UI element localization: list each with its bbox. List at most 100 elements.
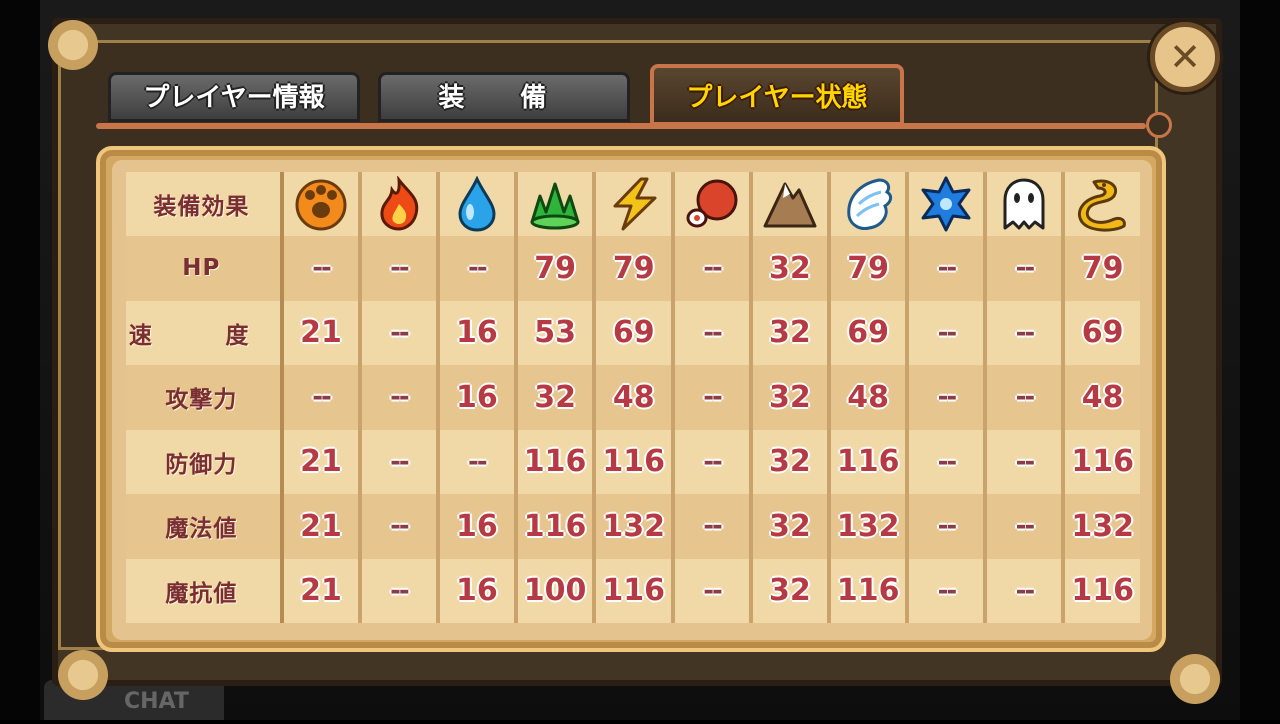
tab-player-info[interactable]: プレイヤー情報: [108, 72, 360, 122]
element-wing-cell: [830, 172, 910, 236]
table-cell: 100: [517, 558, 597, 623]
equipment-effect-label: 装備効果: [126, 172, 277, 236]
element-fire-cell: [361, 172, 440, 236]
close-icon: ✕: [1169, 35, 1201, 79]
table-cell: 132: [830, 494, 910, 559]
element-water-cell: [439, 172, 518, 236]
grass-icon: [526, 176, 584, 232]
element-grass-cell: [517, 172, 597, 236]
water-drop-icon: [448, 176, 506, 232]
table-cell: 116: [517, 494, 597, 559]
row-label-magic-resist: 魔抗値: [126, 558, 277, 623]
row-label-defense: 防御力: [126, 429, 277, 494]
table-row: 魔法値 21 -- 16 116 132 -- 32 132 -- -- 132: [126, 494, 1140, 559]
table-cell: --: [675, 236, 753, 301]
table-cell: 32: [752, 236, 831, 301]
table-cell: --: [361, 365, 440, 430]
paw-icon: [292, 176, 350, 232]
table-cell: 16: [439, 300, 518, 365]
table-cell: 116: [1065, 429, 1140, 494]
corner-ornament-icon: [38, 10, 108, 80]
element-dragon-cell: [1065, 172, 1140, 236]
table-cell: 116: [517, 429, 597, 494]
table-cell: --: [361, 429, 440, 494]
table-cell: 132: [596, 494, 676, 559]
table-row: 魔抗値 21 -- 16 100 116 -- 32 116 -- -- 116: [126, 558, 1140, 623]
table-cell: --: [909, 236, 988, 301]
table-row: 防御力 21 -- -- 116 116 -- 32 116 -- -- 116: [126, 429, 1140, 494]
table-cell: 32: [752, 558, 831, 623]
table-cell: --: [675, 558, 753, 623]
table-row: 速 度 21 -- 16 53 69 -- 32 69 -- -- 69: [126, 300, 1140, 365]
table-header-row: 装備効果: [126, 172, 1140, 236]
table-cell: 21: [284, 300, 362, 365]
table-cell: --: [675, 300, 753, 365]
table-cell: 21: [284, 429, 362, 494]
row-label-magic: 魔法値: [126, 494, 277, 559]
table-cell: --: [284, 236, 362, 301]
table-cell: 116: [1065, 558, 1140, 623]
table-cell: 116: [830, 429, 910, 494]
table-cell: 53: [517, 300, 597, 365]
star-icon: [917, 176, 975, 232]
table-cell: 16: [439, 365, 518, 430]
table-cell: 69: [596, 300, 676, 365]
table-cell: 32: [752, 494, 831, 559]
table-cell: 48: [1065, 365, 1140, 430]
table-cell: --: [909, 365, 988, 430]
table-cell: 69: [1065, 300, 1140, 365]
corner-ornament-icon: [1160, 644, 1230, 714]
table-cell: 79: [1065, 236, 1140, 301]
table-row: HP -- -- -- 79 79 -- 32 79 -- -- 79: [126, 236, 1140, 301]
tab-underline-end-icon: [1146, 112, 1172, 138]
table-cell: --: [987, 365, 1066, 430]
table-cell: --: [361, 558, 440, 623]
mountain-icon: [761, 176, 819, 232]
table-row: 攻撃力 -- -- 16 32 48 -- 32 48 -- -- 48: [126, 365, 1140, 430]
table-cell: --: [909, 558, 988, 623]
table-cell: --: [987, 236, 1066, 301]
row-label-speed: 速 度: [126, 300, 277, 365]
table-cell: --: [361, 300, 440, 365]
table-cell: --: [361, 494, 440, 559]
table-cell: --: [909, 494, 988, 559]
element-meat-cell: [675, 172, 753, 236]
table-cell: --: [909, 429, 988, 494]
table-cell: 16: [439, 558, 518, 623]
table-cell: --: [675, 365, 753, 430]
fire-icon: [370, 176, 428, 232]
table-cell: 79: [596, 236, 676, 301]
ghost-icon: [995, 176, 1053, 232]
table-cell: 32: [517, 365, 597, 430]
lightning-icon: [605, 176, 663, 232]
table-cell: --: [987, 300, 1066, 365]
wing-icon: [839, 176, 897, 232]
tab-equipment[interactable]: 装 備: [378, 72, 630, 122]
table-cell: 132: [1065, 494, 1140, 559]
table-cell: --: [987, 429, 1066, 494]
right-bar: [1240, 0, 1280, 720]
left-bar: [0, 0, 40, 720]
element-paw-cell: [284, 172, 362, 236]
element-lightning-cell: [596, 172, 676, 236]
tab-player-status[interactable]: プレイヤー状態: [650, 64, 904, 126]
table-cell: --: [675, 429, 753, 494]
table-cell: 32: [752, 300, 831, 365]
dragon-icon: [1074, 176, 1132, 232]
element-ghost-cell: [987, 172, 1066, 236]
element-mountain-cell: [752, 172, 831, 236]
table-cell: --: [361, 236, 440, 301]
table-cell: --: [284, 365, 362, 430]
equipment-effect-table: 装備効果 HP -- -- -- 79 79 -- 32 79 -- -- 79…: [126, 172, 1140, 623]
table-cell: --: [987, 494, 1066, 559]
close-button[interactable]: ✕: [1150, 22, 1220, 92]
table-cell: 69: [830, 300, 910, 365]
table-cell: 116: [830, 558, 910, 623]
table-cell: 21: [284, 558, 362, 623]
table-cell: --: [909, 300, 988, 365]
tab-underline: [96, 123, 1146, 129]
table-cell: 116: [596, 429, 676, 494]
row-label-attack: 攻撃力: [126, 365, 277, 430]
table-cell: 79: [830, 236, 910, 301]
element-star-cell: [909, 172, 988, 236]
